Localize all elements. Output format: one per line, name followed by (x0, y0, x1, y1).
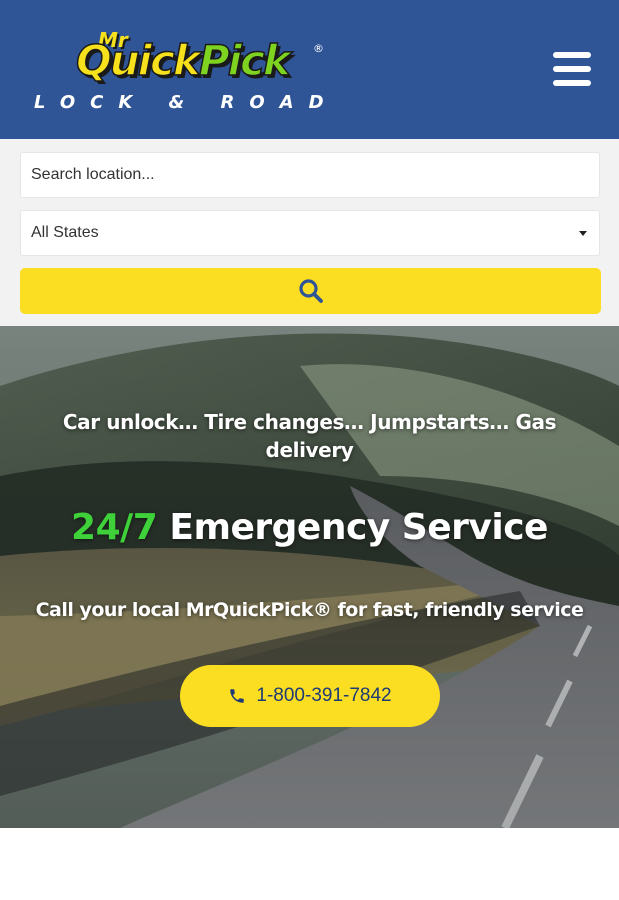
phone-icon (230, 689, 245, 703)
menu-bar (553, 52, 591, 58)
hamburger-menu-icon[interactable] (553, 52, 593, 88)
logo-word-pick: Pick (198, 35, 292, 86)
hero-subtitle: Call your local MrQuickPick® for fast, f… (35, 599, 584, 621)
location-search-panel: All States (0, 139, 619, 326)
phone-number-label: 1-800-391-7842 (256, 685, 392, 706)
hero-banner: Car unlock… Tire changes… Jumpstarts… Ga… (0, 326, 619, 828)
search-location-input[interactable] (31, 166, 589, 184)
hero-title: 24/7 Emergency Service (0, 506, 619, 550)
road-background-image (0, 326, 619, 828)
mrquickpick-logo[interactable]: Mr QuickPick ® LOCK & ROAD (28, 22, 328, 114)
page-content-below-hero (0, 828, 619, 900)
menu-bar (553, 66, 591, 72)
logo-tagline: LOCK & ROAD (34, 92, 339, 113)
search-button[interactable] (20, 268, 601, 314)
logo-registered-mark: ® (313, 42, 324, 55)
menu-bar (553, 80, 591, 86)
search-icon (298, 279, 323, 303)
logo-word-quick: Quick (75, 35, 201, 86)
search-location-field (20, 152, 600, 198)
logo-wordmark: QuickPick (75, 35, 292, 86)
site-header: Mr QuickPick ® LOCK & ROAD (0, 0, 619, 139)
caret-down-icon (579, 230, 587, 236)
hero-title-accent: 24/7 (71, 507, 158, 548)
hero-title-rest: Emergency Service (157, 507, 548, 548)
hero-services-text: Car unlock… Tire changes… Jumpstarts… Ga… (62, 410, 557, 462)
state-select-value: All States (31, 224, 99, 241)
call-phone-button[interactable]: 1-800-391-7842 (180, 665, 440, 727)
state-select[interactable]: All States (20, 210, 600, 256)
